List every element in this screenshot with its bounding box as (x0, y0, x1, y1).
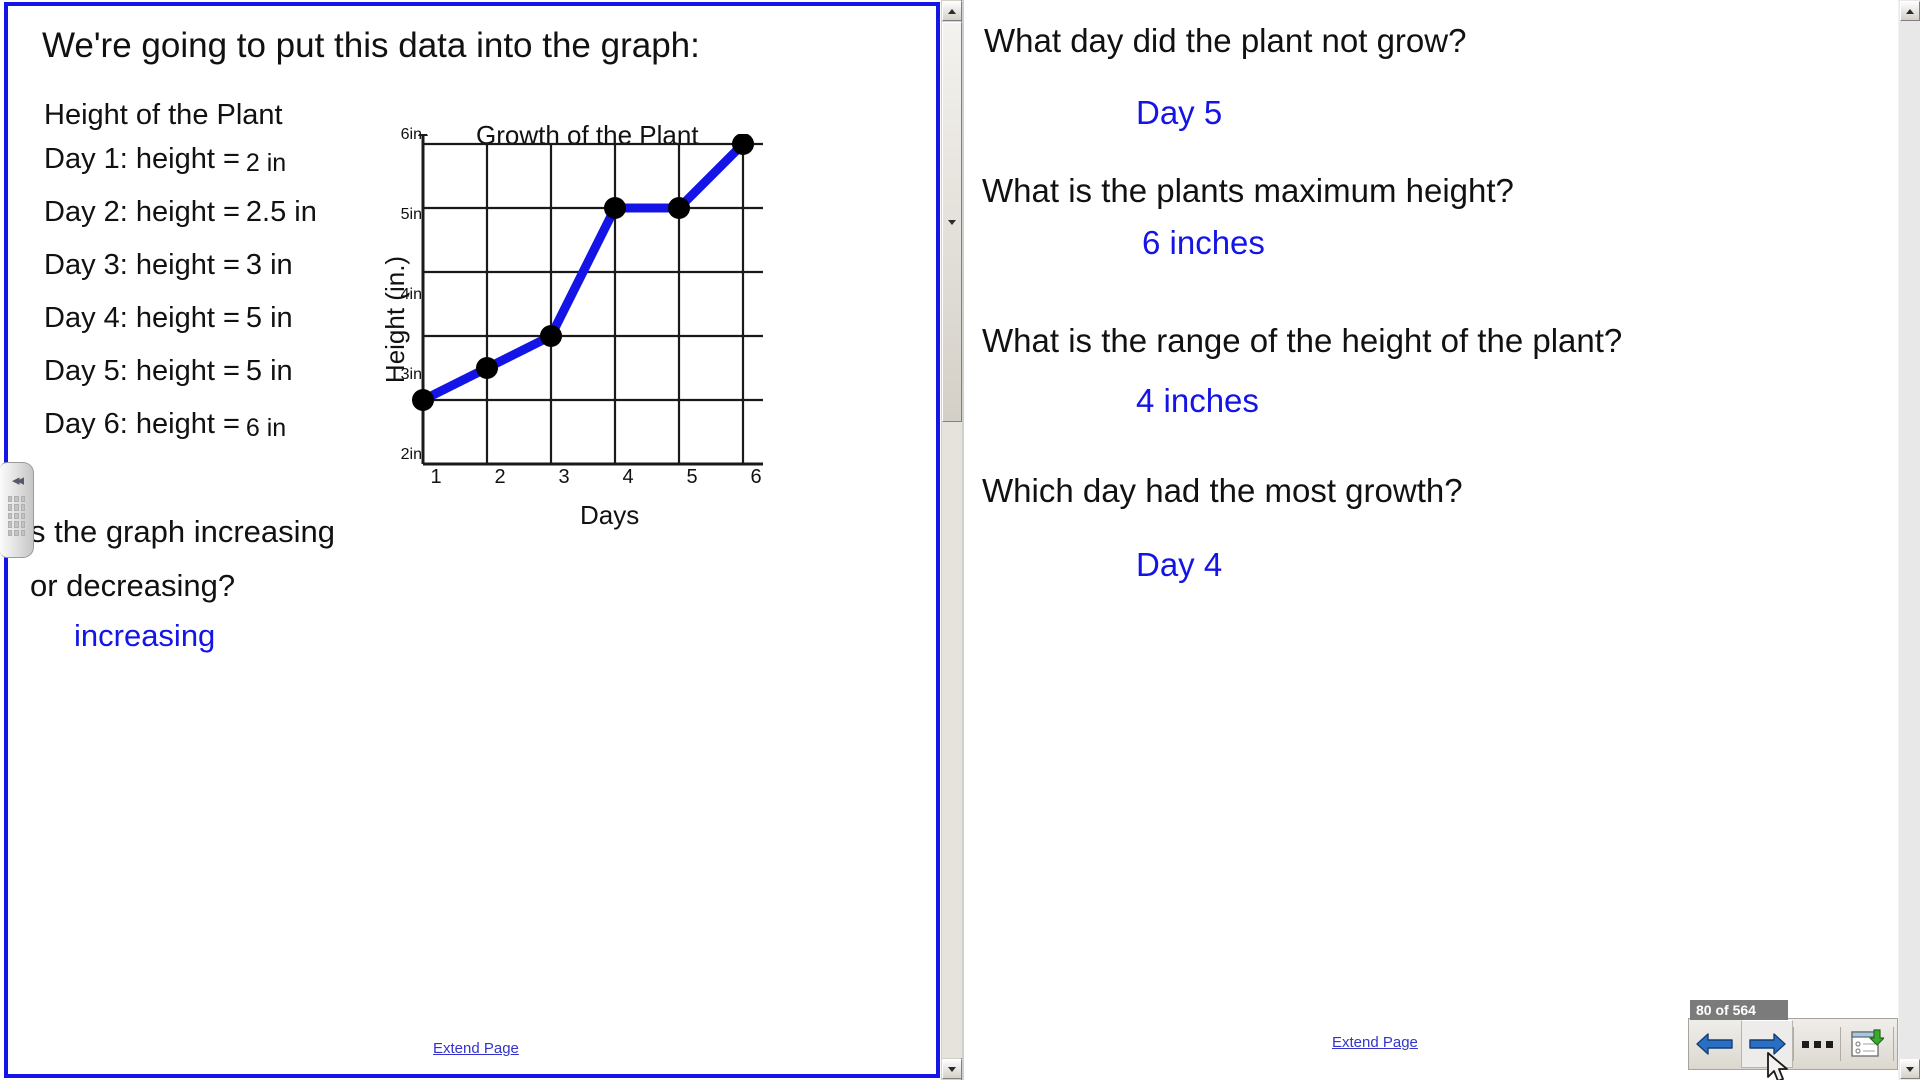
left-page-content: We're going to put this data into the gr… (8, 6, 936, 1074)
chart-data-point (412, 389, 434, 411)
data-row-value: 5 in (245, 355, 293, 387)
previous-page-button[interactable] (1689, 1020, 1741, 1068)
data-row-value: 2 in (245, 149, 287, 177)
window-scrollbar[interactable] (1898, 0, 1920, 1080)
page-counter: 80 of 564 (1690, 1000, 1788, 1020)
question-4: Which day had the most growth? (982, 472, 1463, 509)
slide-viewer: We're going to put this data into the gr… (0, 0, 1920, 1080)
data-row-3: Day 4: height = 5 in (44, 302, 293, 335)
chart-data-point (668, 197, 690, 219)
data-row-label: Day 4: height = (44, 302, 240, 334)
answer-1: Day 5 (1136, 94, 1223, 131)
arrow-left-icon (1696, 1033, 1733, 1055)
navigation-toolbar (1688, 1018, 1898, 1070)
chart-data-point (604, 197, 626, 219)
caret-down-icon (948, 1066, 956, 1072)
question-3: What is the range of the height of the p… (982, 322, 1623, 359)
ellipsis-dot (1825, 1040, 1833, 1048)
window-scroll-up-button[interactable] (1900, 1, 1920, 21)
left-question-line1: s the graph increasing (30, 514, 336, 549)
data-row-value: 6 in (245, 414, 287, 442)
sidebar-collapse-handle[interactable]: ◂◂ (0, 462, 34, 558)
ellipsis-dot (1801, 1040, 1809, 1048)
more-options-button[interactable] (1794, 1020, 1840, 1068)
question-2: What is the plants maximum height? (982, 172, 1514, 209)
left-page-panel[interactable]: We're going to put this data into the gr… (4, 2, 940, 1078)
answer-3: 4 inches (1136, 382, 1259, 419)
chart-gridlines (421, 142, 763, 464)
answer-4: Day 4 (1136, 546, 1223, 583)
chart-data-point (732, 134, 754, 155)
chart-axes (418, 134, 763, 466)
caret-up-icon (948, 8, 956, 14)
data-row-label: Day 5: height = (44, 355, 240, 387)
scrollbar-thumb[interactable] (942, 22, 962, 422)
page-title: We're going to put this data into the gr… (42, 26, 700, 65)
data-row-value: 3 in (245, 249, 293, 281)
data-row-label: Day 2: height = (44, 196, 240, 228)
data-row-value: 2.5 in (245, 196, 317, 228)
data-list-title: Height of the Plant (44, 99, 283, 131)
right-page-panel[interactable]: What day did the plant not grow? Day 5 W… (962, 0, 1878, 1080)
caret-up-icon (1906, 8, 1914, 14)
double-chevron-left-icon: ◂◂ (11, 472, 24, 489)
export-document-icon (1851, 1029, 1884, 1057)
thumb-grip-icon (948, 219, 956, 225)
extend-page-link-left[interactable]: Extend Page (433, 1040, 519, 1057)
data-row-2: Day 3: height = 3 in (44, 249, 293, 282)
answer-2: 6 inches (1142, 224, 1265, 261)
mouse-cursor (1767, 1052, 1788, 1080)
chart-data-point (476, 357, 498, 379)
data-row-1: Day 2: height = 2.5 in (44, 196, 317, 229)
export-page-button[interactable] (1841, 1020, 1893, 1068)
extend-page-link-right[interactable]: Extend Page (1332, 1034, 1418, 1051)
chart-x-axis-label: Days (580, 500, 640, 530)
drag-grip-icon (7, 496, 26, 536)
growth-chart: Growth of the Plant Height (in.) Days 6i… (380, 120, 850, 554)
data-row-label: Day 3: height = (44, 249, 240, 281)
data-row-value: 5 in (245, 302, 293, 334)
toolbar-divider (1893, 1027, 1894, 1061)
left-answer: increasing (74, 618, 216, 653)
chart-plot-area (412, 134, 763, 466)
data-row-label: Day 6: height = (44, 408, 240, 440)
chart-data-point (540, 325, 562, 347)
data-row-0: Day 1: height = 2 in (44, 143, 287, 177)
left-page-scrollbar[interactable] (940, 0, 962, 1080)
data-row-5: Day 6: height = 6 in (44, 408, 287, 442)
question-1: What day did the plant not grow? (984, 22, 1467, 59)
ellipsis-dot (1813, 1040, 1821, 1048)
data-row-label: Day 1: height = (44, 143, 240, 175)
scroll-down-button[interactable] (942, 1059, 962, 1079)
left-question-line2: or decreasing? (30, 568, 236, 603)
data-row-4: Day 5: height = 5 in (44, 355, 293, 388)
caret-down-icon (1906, 1066, 1914, 1072)
scroll-up-button[interactable] (942, 1, 962, 21)
window-scroll-down-button[interactable] (1900, 1059, 1920, 1079)
